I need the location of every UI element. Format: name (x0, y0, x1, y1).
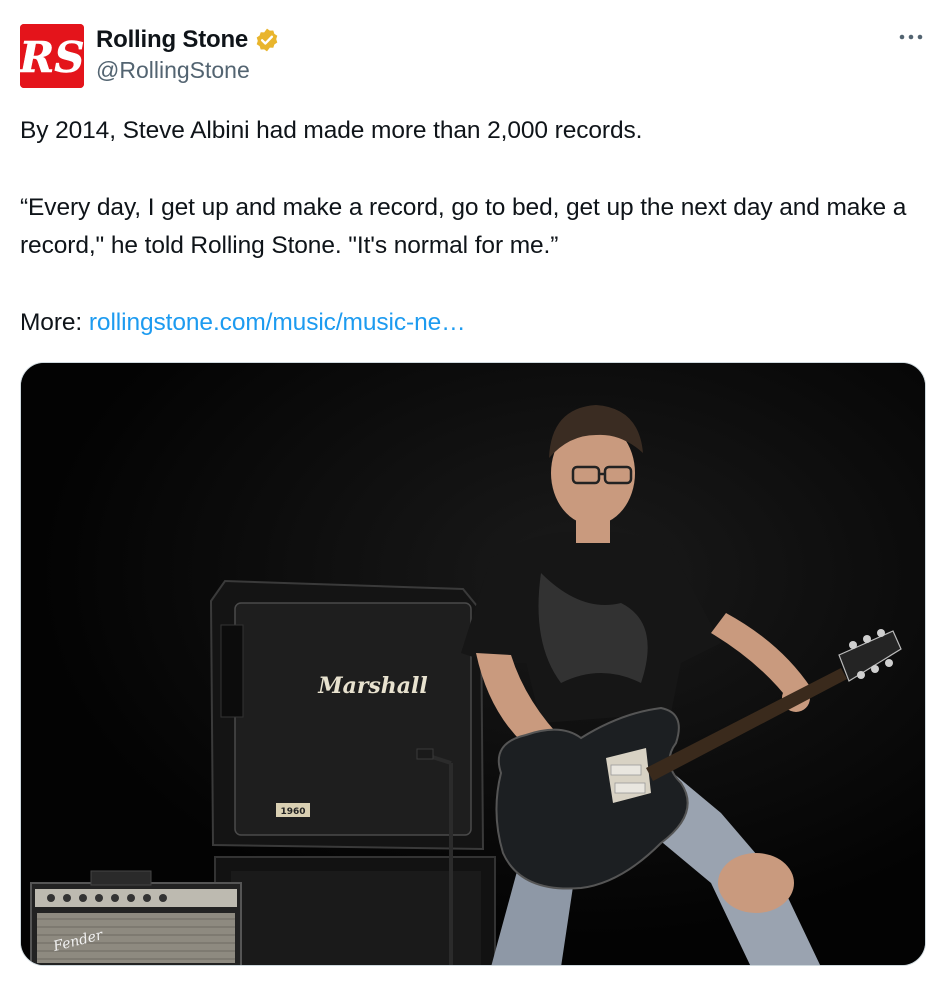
tweet-header: RS Rolling Stone @RollingStone (20, 24, 926, 92)
tweet-more-line: More: rollingstone.com/music/music-ne… (20, 304, 926, 342)
avatar[interactable]: RS (20, 24, 84, 88)
account-handle[interactable]: @RollingStone (96, 57, 280, 84)
amp-model-label: 1960 (280, 807, 305, 817)
fender-combo-amp: Fender (30, 870, 242, 965)
verified-badge-icon (256, 28, 278, 52)
tweet-body: By 2014, Steve Albini had made more than… (20, 112, 926, 342)
avatar-logo-text: RS (20, 33, 84, 82)
marshall-cabinet: Marshall 1960 (209, 579, 485, 851)
more-label: More: (20, 309, 83, 336)
article-link[interactable]: rollingstone.com/music/music-ne… (89, 309, 466, 336)
tweet-line-1: By 2014, Steve Albini had made more than… (20, 117, 643, 144)
display-name[interactable]: Rolling Stone (96, 26, 248, 54)
tweet-photo[interactable]: Marshall 1960 Fender (20, 362, 926, 966)
amp-brand-label: Marshall (317, 673, 428, 699)
concert-photo: Marshall 1960 Fender (21, 363, 925, 965)
tweet-quote: “Every day, I get up and make a record, … (20, 194, 907, 259)
rolling-stone-logo: RS (20, 24, 84, 88)
more-options-icon[interactable] (898, 32, 924, 42)
